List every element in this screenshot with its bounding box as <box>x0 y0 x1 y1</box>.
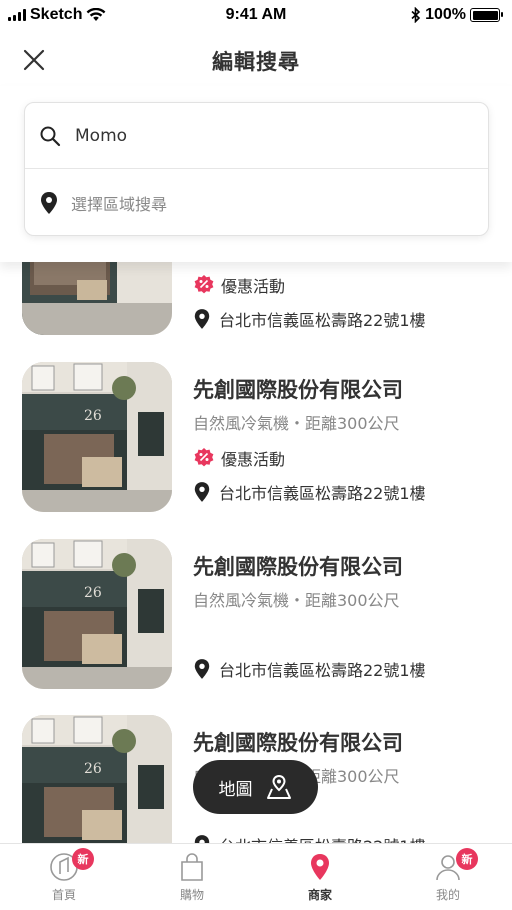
address-text: 台北市信義區松壽路22號1樓 <box>219 484 426 503</box>
tab-merchants[interactable]: 商家 <box>256 844 384 910</box>
store-meta: 自然風冷氣機・距離300公尺 <box>193 591 400 610</box>
map-button-label: 地圖 <box>218 779 253 800</box>
promo-label: 優惠活動 <box>221 277 286 296</box>
map-button[interactable]: 地圖 <box>193 760 318 814</box>
store-thumbnail: 26 <box>22 539 172 689</box>
location-pin-icon <box>194 659 210 679</box>
search-card: Momo 選擇區域搜尋 <box>24 102 489 236</box>
store-meta: 自然風冷氣機・距離300公尺 <box>193 414 400 433</box>
svg-text:26: 26 <box>84 761 102 777</box>
tab-profile[interactable]: 我的 新 <box>384 844 512 910</box>
search-icon <box>40 126 61 146</box>
discount-badge-icon <box>194 448 214 467</box>
map-location-icon <box>266 774 291 799</box>
storefront-image: 26 <box>22 362 172 512</box>
address-text: 台北市信義區松壽路22號1樓 <box>219 311 426 330</box>
store-thumbnail: 26 <box>22 362 172 512</box>
tab-bar: 首頁 新 購物 商家 我的 新 <box>0 843 512 910</box>
svg-text:26: 26 <box>84 585 102 601</box>
store-name: 先創國際股份有限公司 <box>193 378 403 402</box>
list-item[interactable]: 26 先創國際股份有限公司 自然風冷氣機・距離300公尺 台北市信義區松壽路22… <box>0 539 512 699</box>
list-item[interactable]: 26 先創國際股份有限公司 自然風冷氣機・距離300公尺 優惠活動 台北市信義區… <box>0 362 512 522</box>
store-address: 台北市信義區松壽路22號1樓 <box>193 307 426 331</box>
location-pin-icon <box>41 191 57 214</box>
store-name: 先創國際股份有限公司 <box>193 555 403 579</box>
discount-badge-icon <box>194 275 214 294</box>
tab-shopping[interactable]: 購物 <box>128 844 256 910</box>
store-name: 先創國際股份有限公司 <box>193 731 403 755</box>
storefront-image: 26 <box>22 539 172 689</box>
svg-text:26: 26 <box>84 408 102 424</box>
new-badge: 新 <box>72 848 94 870</box>
promo-tag: 優惠活動 <box>193 446 285 470</box>
location-pin-icon <box>194 482 210 502</box>
tab-home[interactable]: 首頁 新 <box>0 844 128 910</box>
tab-label: 購物 <box>179 888 204 902</box>
store-address: 台北市信義區松壽路22號1樓 <box>193 480 426 504</box>
location-pin-icon <box>194 309 210 329</box>
tab-label: 商家 <box>307 888 332 902</box>
store-address: 台北市信義區松壽路22號1樓 <box>193 657 426 681</box>
shopping-bag-icon <box>181 853 203 881</box>
tab-label: 首頁 <box>51 888 76 902</box>
new-badge: 新 <box>456 848 478 870</box>
address-text: 台北市信義區松壽路22號1樓 <box>219 661 426 680</box>
area-placeholder: 選擇區域搜尋 <box>71 194 168 214</box>
search-query: Momo <box>75 125 128 146</box>
area-select[interactable]: 選擇區域搜尋 <box>25 169 488 236</box>
tab-label: 我的 <box>435 888 460 902</box>
map-pin-icon <box>311 854 329 880</box>
promo-label: 優惠活動 <box>221 450 286 469</box>
search-input[interactable]: Momo <box>25 103 488 169</box>
promo-tag: 優惠活動 <box>193 273 285 297</box>
